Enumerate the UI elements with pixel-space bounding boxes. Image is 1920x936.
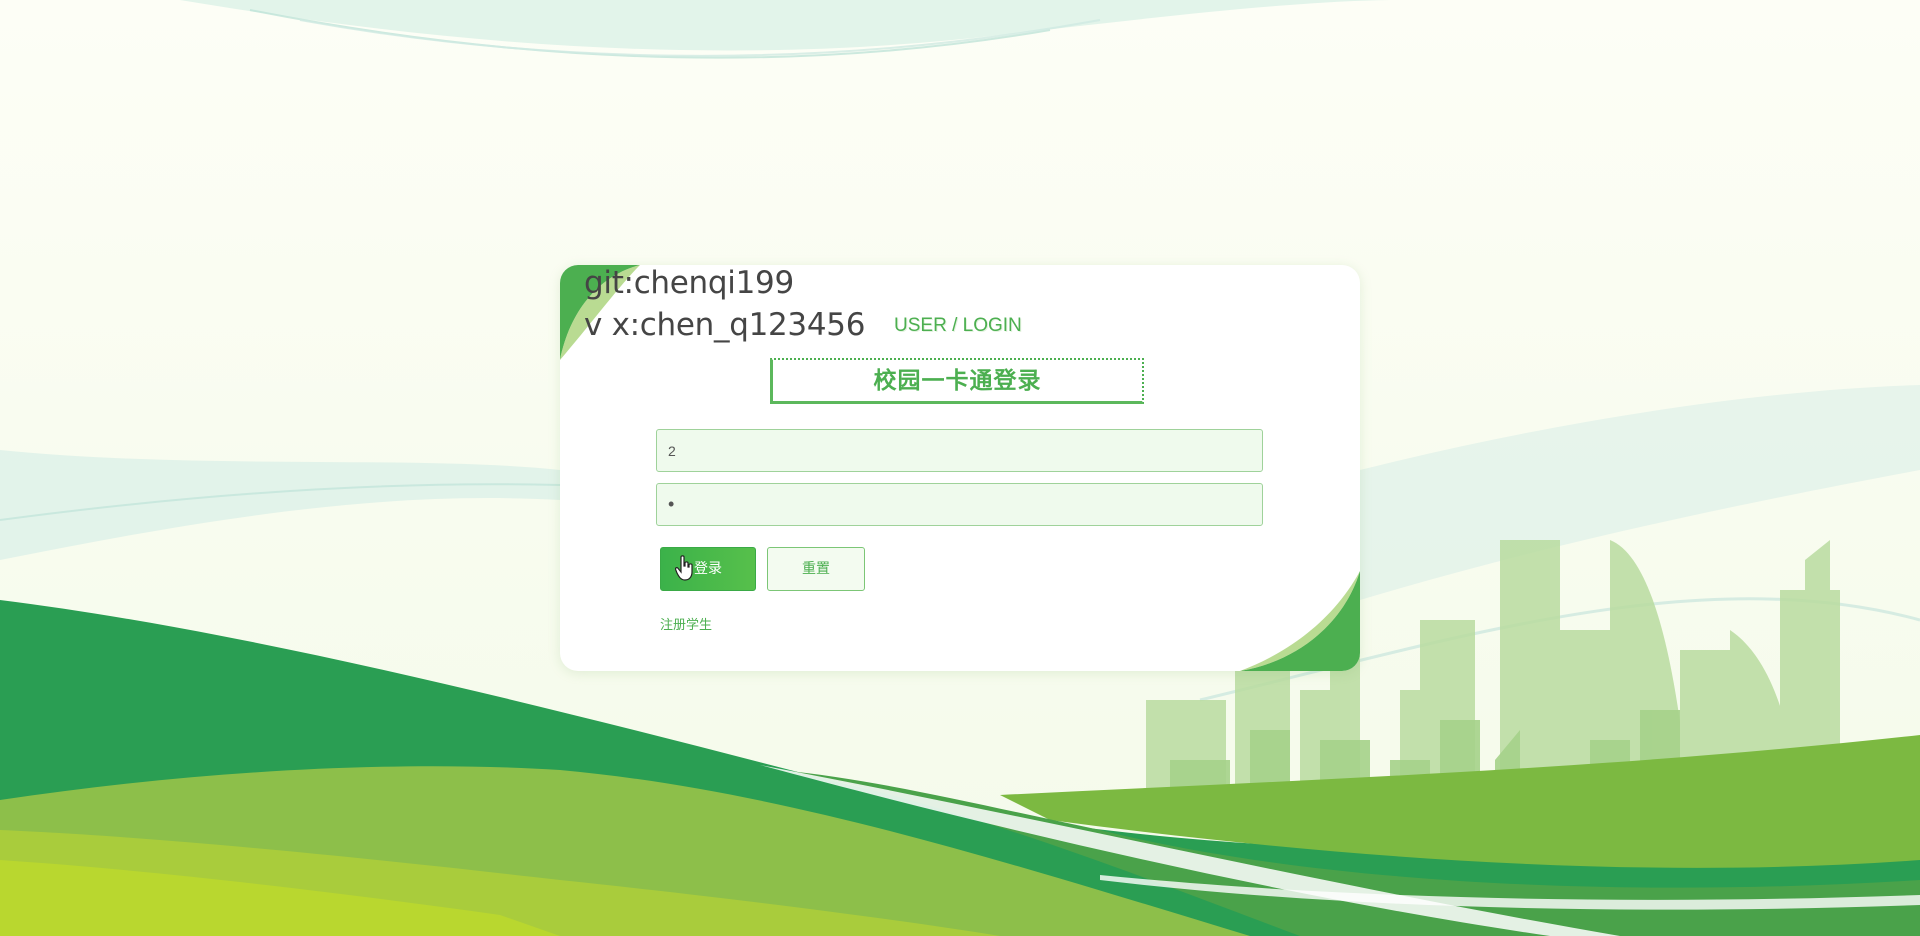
reset-button[interactable]: 重置 xyxy=(767,547,865,591)
register-student-link[interactable]: 注册学生 xyxy=(660,614,712,633)
card-corner-decoration xyxy=(1240,571,1360,671)
password-input[interactable] xyxy=(656,483,1263,526)
login-subtitle: USER / LOGIN xyxy=(894,315,1022,336)
git-info: git:chenqi199 xyxy=(584,265,794,301)
login-card: git:chenqi199 v x:chen_q123456 USER / LO… xyxy=(560,265,1360,671)
username-input[interactable] xyxy=(656,429,1263,472)
page-title: 校园一卡通登录 xyxy=(770,358,1144,404)
login-page: git:chenqi199 v x:chen_q123456 USER / LO… xyxy=(0,0,1920,936)
hand-pointer-icon xyxy=(675,555,693,581)
wechat-info: v x:chen_q123456 xyxy=(584,307,866,343)
